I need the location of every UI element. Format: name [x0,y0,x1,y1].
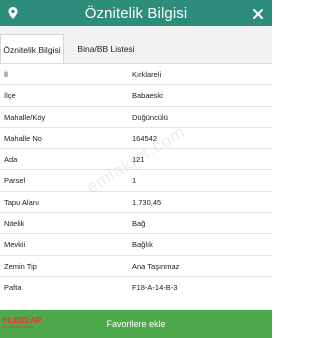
table-row: Ada 121 [0,148,272,169]
row-label: İlçe [4,91,16,101]
row-value: Bağlık [132,240,153,250]
tab-bina-bb-listesi[interactable]: Bina/BB Listesi [70,34,142,64]
row-value: 164542 [132,133,158,143]
table-row: Mahalle No 164542 [0,126,272,148]
favorite-button-label: Favorilere ekle [106,319,166,329]
row-label: Pafta [4,282,22,292]
row-value: Ana Taşınmaz [132,261,180,271]
tab-bar: Öznitelik Bilgisi Bina/BB Listesi [0,26,272,64]
table-row: Tapu Alanı 1.730,45 [0,190,272,212]
brand-logo: YILDIZLAR GAYRIMENKUL [2,316,42,336]
row-value: 1.730,45 [132,197,162,207]
attribute-table: İl Kırklareli İlçe Babaeski Mahalle/Köy … [0,63,272,297]
table-row: Pafta F18-A-14-B-3 [0,275,272,297]
page-title: Öznitelik Bilgisi [84,4,188,22]
row-value: Kırklareli [132,70,162,79]
header-bar: Öznitelik Bilgisi [0,0,272,26]
tab-oznitelik-bilgisi[interactable]: Öznitelik Bilgisi [0,34,64,64]
table-row: Nitelik Bağ [0,212,272,233]
row-value: F18-A-14-B-3 [132,282,178,292]
row-label: İl [4,70,8,79]
row-value: Düğüncülü [132,112,168,122]
table-row: Parsel 1 [0,169,272,190]
table-row: Mahalle/Köy Düğüncülü [0,105,272,127]
table-row: İlçe Babaeski [0,84,272,105]
row-value: 121 [132,155,145,165]
row-label: Nitelik [4,219,25,229]
row-label: Mevkii [4,240,26,250]
location-pin-icon [6,6,20,20]
row-value: Bağ [132,219,146,229]
row-label: Mahalle/Köy [4,112,46,122]
row-label: Ada [4,155,18,165]
table-row: Mevkii Bağlık [0,233,272,254]
row-label: Mahalle No [4,133,42,143]
close-icon[interactable] [252,7,264,19]
row-label: Parsel [4,176,26,186]
row-value: 1 [132,176,137,186]
table-row: İl Kırklareli [0,63,272,84]
row-label: Tapu Alanı [4,197,40,207]
row-value: Babaeski [132,91,163,101]
table-row: Zemin Tip Ana Taşınmaz [0,254,272,276]
row-label: Zemin Tip [4,261,37,271]
